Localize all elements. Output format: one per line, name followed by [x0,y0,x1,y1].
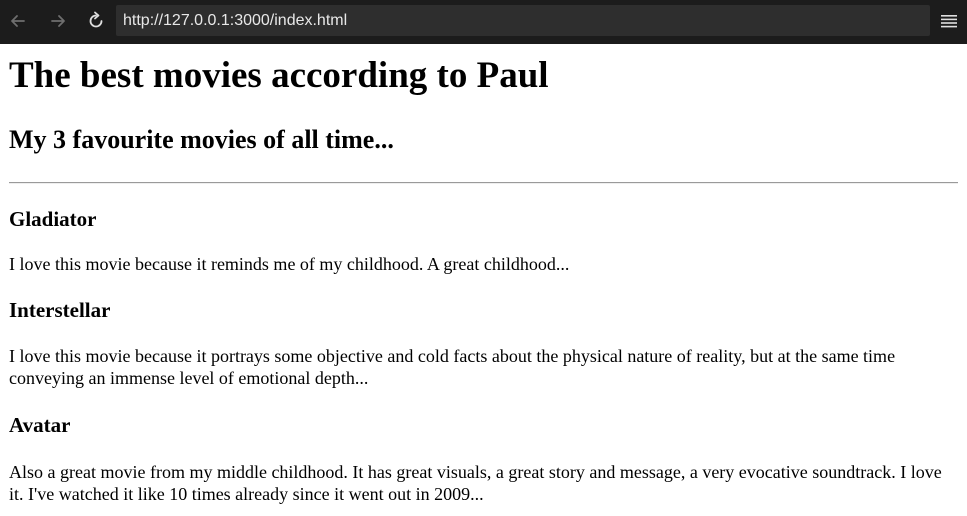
reload-icon [89,11,103,28]
menu-button[interactable] [939,10,959,32]
arrow-left-icon [11,15,25,27]
back-button[interactable] [4,8,32,34]
hamburger-menu-icon [941,15,957,28]
divider [9,182,958,184]
url-input[interactable] [123,11,923,30]
movie-section-avatar: Avatar Also a great movie from my middle… [9,413,958,505]
movie-section-gladiator: Gladiator I love this movie because it r… [9,207,958,275]
movie-description: I love this movie because it reminds me … [9,254,570,274]
arrow-right-icon [51,15,65,27]
reload-button[interactable] [82,8,110,34]
forward-button[interactable] [44,8,72,34]
movie-title: Avatar [9,413,71,437]
movie-description: Also a great movie from my middle childh… [9,462,942,504]
page-title: The best movies according to Paul [9,55,549,96]
movie-title: Interstellar [9,298,111,322]
address-bar[interactable] [116,5,930,36]
movie-section-interstellar: Interstellar I love this movie because i… [9,298,958,389]
movie-description: I love this movie because it portrays so… [9,346,896,388]
page-content: The best movies according to Paul My 3 f… [0,44,967,516]
browser-toolbar [0,0,967,44]
movie-title: Gladiator [9,207,97,231]
page-subtitle: My 3 favourite movies of all time... [9,125,394,154]
